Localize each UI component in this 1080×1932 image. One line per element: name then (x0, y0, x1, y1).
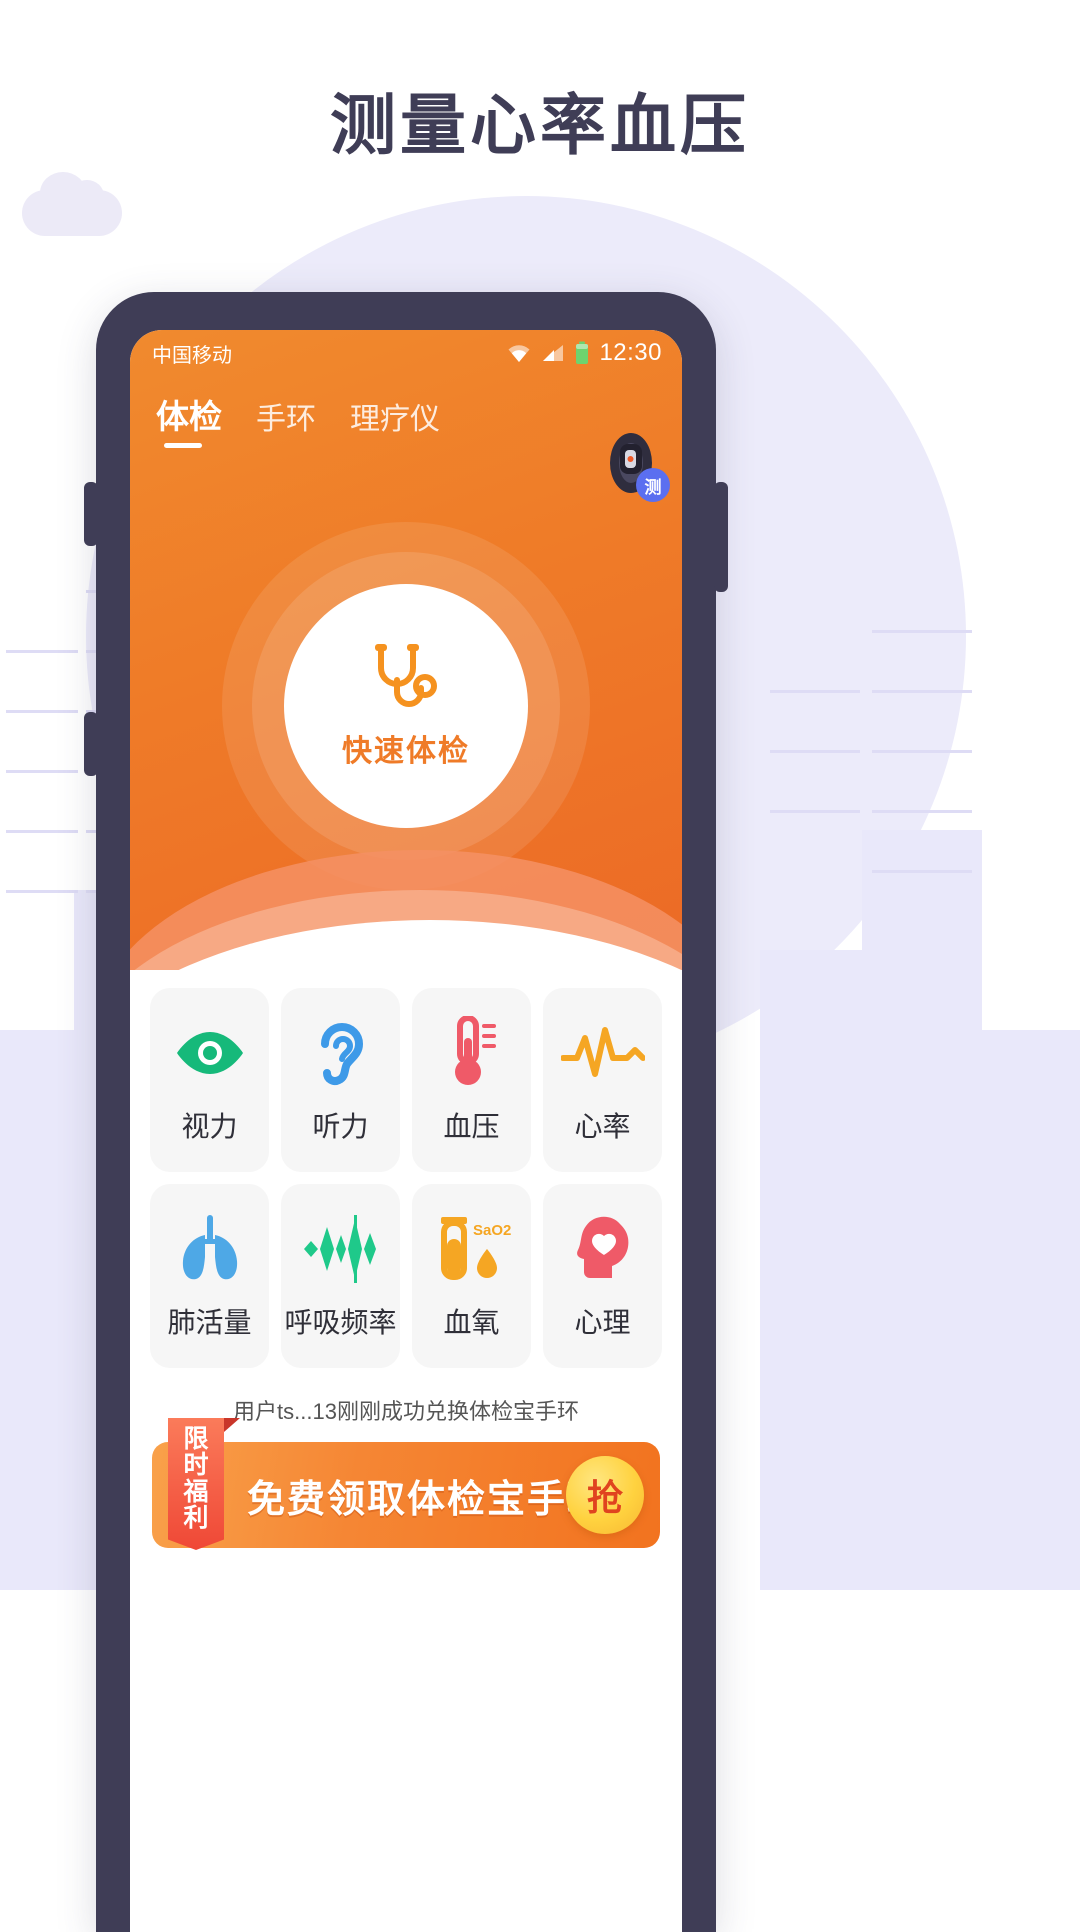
feature-blood-oxygen[interactable]: SaO2 血氧 (412, 1184, 531, 1368)
feature-blood-pressure[interactable]: 血压 (412, 988, 531, 1172)
wristband-badge-label: 测 (636, 468, 670, 502)
carrier-label: 中国移动 (152, 344, 232, 367)
feature-psychology[interactable]: 心理 (543, 1184, 662, 1368)
feature-label: 心理 (574, 1307, 631, 1338)
feature-label: 血压 (443, 1111, 500, 1142)
feature-label: 肺活量 (167, 1307, 252, 1338)
grab-button[interactable]: 抢 (566, 1456, 644, 1534)
cloud-shape (22, 172, 122, 236)
feature-heart-rate[interactable]: 心率 (543, 988, 662, 1172)
ear-icon (313, 1015, 369, 1091)
ribbon-fold (224, 1418, 240, 1432)
phone-volume-up-button (84, 482, 98, 546)
phone-volume-down-button (84, 712, 98, 776)
feature-label: 血氧 (443, 1307, 500, 1338)
stethoscope-icon (375, 644, 437, 707)
feature-grid: 视力 听力 血压 心率 肺活量 呼吸频率 SaO2 血氧 心理 (130, 970, 682, 1368)
phone-screen: 中国移动 12:30 体检 手环 理疗仪 测 快速体检 视力 听力 血压 心率 … (130, 330, 682, 1932)
wristband-float-button[interactable]: 测 (594, 426, 670, 502)
head-heart-icon (568, 1211, 638, 1287)
wifi-icon (508, 345, 530, 362)
tab-therapy-device[interactable]: 理疗仪 (350, 394, 440, 450)
feature-lung-capacity[interactable]: 肺活量 (150, 1184, 269, 1368)
tab-wristband[interactable]: 手环 (256, 394, 316, 450)
phone-power-button (714, 482, 728, 592)
quick-exam-button[interactable]: 快速体检 (284, 584, 528, 828)
clock-label: 12:30 (599, 339, 662, 366)
thermometer-icon (444, 1015, 500, 1091)
test-tube-icon: SaO2 (429, 1211, 515, 1287)
feature-hearing[interactable]: 听力 (281, 988, 400, 1172)
promo-banner[interactable]: 限时福利 免费领取体检宝手环 抢 (152, 1418, 660, 1550)
feature-label: 视力 (181, 1111, 238, 1142)
sao2-label: SaO2 (473, 1222, 511, 1239)
battery-icon (576, 341, 589, 364)
page-title: 测量心率血压 (330, 88, 750, 162)
status-bar: 中国移动 12:30 (130, 330, 682, 376)
heartbeat-icon (560, 1015, 645, 1091)
eye-icon (174, 1015, 246, 1091)
feature-vision[interactable]: 视力 (150, 988, 269, 1172)
feature-label: 呼吸频率 (284, 1307, 397, 1338)
feature-label: 心率 (574, 1111, 631, 1142)
promo-title: 免费领取体检宝手环 (246, 1478, 607, 1521)
tab-physical-exam[interactable]: 体检 (156, 390, 222, 450)
feature-respiratory-rate[interactable]: 呼吸频率 (281, 1184, 400, 1368)
hero-section: 中国移动 12:30 体检 手环 理疗仪 测 快速体检 (130, 330, 682, 970)
quick-exam-label: 快速体检 (342, 735, 470, 768)
signal-icon (543, 345, 564, 361)
phone-mockup: 中国移动 12:30 体检 手环 理疗仪 测 快速体检 视力 听力 血压 心率 … (84, 292, 728, 1932)
feature-label: 听力 (312, 1111, 369, 1142)
lungs-icon (172, 1211, 248, 1287)
limited-offer-ribbon: 限时福利 (168, 1418, 224, 1550)
waveform-icon (298, 1211, 384, 1287)
